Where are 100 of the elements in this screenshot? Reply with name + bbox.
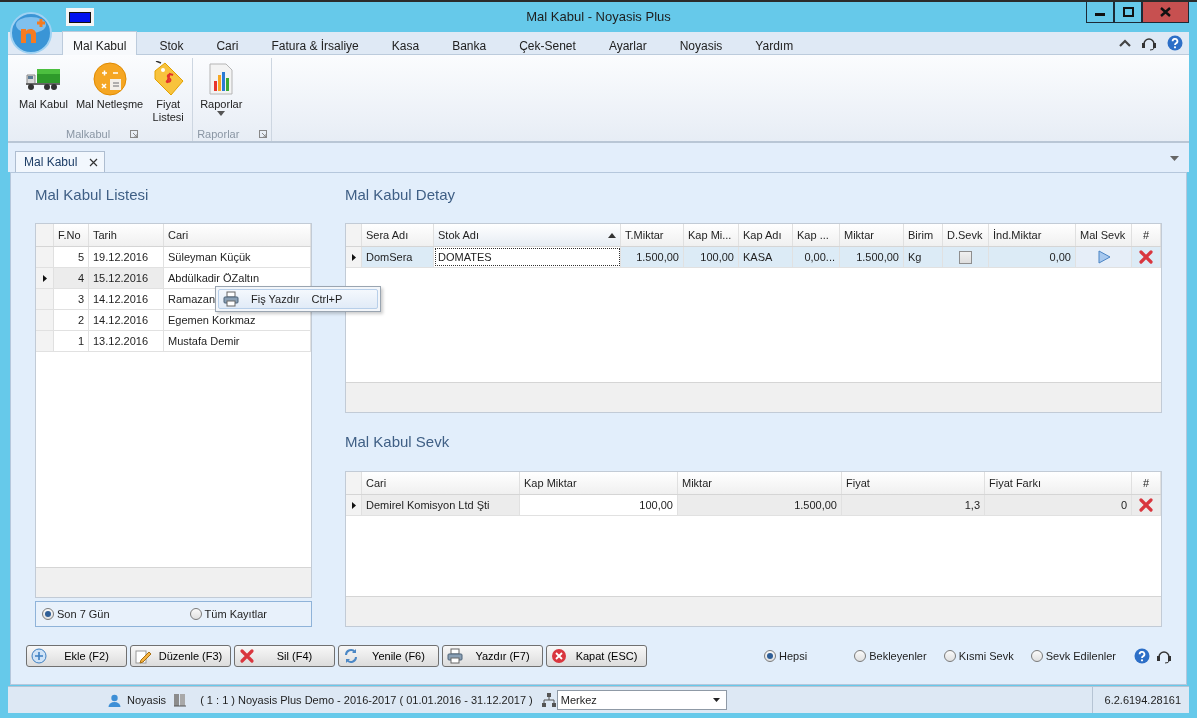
ribbon-tab[interactable]: Fatura & İrsaliye — [260, 31, 370, 54]
sort-ascending-icon — [608, 232, 616, 238]
document-tab[interactable]: Mal Kabul — [15, 151, 106, 172]
column-header[interactable]: Tarih — [93, 229, 117, 241]
row-indicator[interactable] — [36, 268, 54, 288]
table-cell: 1.500,00 — [794, 499, 837, 511]
column-header[interactable]: Stok Adı — [434, 224, 621, 246]
column-header[interactable]: Birim — [904, 224, 943, 246]
column-header[interactable]: Fiyat — [842, 472, 985, 494]
column-header[interactable]: Kap Miktar — [520, 472, 678, 494]
ribbon-tab[interactable]: Çek-Senet — [508, 31, 587, 54]
tab-list-caret-icon[interactable] — [1170, 156, 1179, 161]
table-cell: 0,00 — [1049, 251, 1071, 263]
table-cell: 100,00 — [639, 499, 673, 511]
table-cell: 14.12.2016 — [93, 314, 149, 326]
ribbon-button[interactable]: Fiyat Listesi — [148, 58, 189, 128]
panel-title: Mal Kabul Detay — [345, 186, 456, 203]
network-tree-icon — [540, 692, 557, 708]
printer-icon — [223, 291, 239, 307]
column-header[interactable]: Kap Adı — [739, 224, 793, 246]
checkbox[interactable] — [959, 250, 972, 264]
column-header[interactable]: Fiyat Farkı — [985, 472, 1132, 494]
maximize-button[interactable] — [1114, 2, 1142, 23]
ribbon-tab[interactable]: Yardım — [744, 31, 805, 54]
table-cell: 5 — [77, 251, 84, 263]
radio-button[interactable]: Hepsi — [764, 650, 808, 662]
dialog-launcher-icon[interactable] — [259, 130, 268, 139]
radio-button[interactable]: Bekleyenler — [854, 650, 927, 662]
ribbon-tab[interactable]: Banka — [441, 31, 498, 54]
ribbon-tab[interactable]: Stok — [148, 31, 195, 54]
table-cell: Süleyman Küçük — [168, 251, 251, 263]
radio-button[interactable]: Son 7 Gün — [42, 608, 110, 620]
column-header[interactable]: Cari — [168, 229, 189, 241]
headset-icon[interactable] — [1141, 35, 1157, 51]
ribbon-tab[interactable]: Mal Kabul — [62, 31, 138, 55]
row-indicator[interactable] — [346, 247, 362, 267]
column-header[interactable]: Kap ... — [793, 224, 840, 246]
table-cell: 1 — [77, 335, 84, 347]
help-icon[interactable] — [1167, 35, 1183, 51]
row-pointer-icon — [351, 501, 356, 509]
action-button[interactable]: Yazdır (F7) — [442, 645, 543, 667]
radio-button[interactable]: Sevk Edilenler — [1030, 650, 1116, 662]
column-header[interactable]: # — [1132, 472, 1161, 494]
plus-circle-icon — [31, 648, 47, 664]
radio-button[interactable]: Kısmi Sevk — [943, 650, 1014, 662]
help-icon[interactable] — [1134, 648, 1150, 664]
table-cell: Kg — [908, 251, 922, 263]
table-cell: Egemen Korkmaz — [168, 314, 256, 326]
column-header[interactable]: F.No — [58, 229, 81, 241]
column-header[interactable]: Kap Mi... — [684, 224, 739, 246]
row-indicator-header — [346, 224, 362, 246]
play-icon[interactable] — [1096, 250, 1111, 264]
ribbon-button[interactable]: Raporlar — [197, 58, 246, 128]
menu-item[interactable]: Fiş Yazdır Ctrl+P — [218, 289, 378, 309]
table-cell: Ramazan — [168, 293, 216, 305]
column-header[interactable]: Cari — [362, 472, 520, 494]
action-button[interactable]: Ekle (F2) — [26, 645, 127, 667]
branch-dropdown[interactable]: Merkez — [556, 690, 727, 710]
ribbon-button[interactable]: Mal Netleşme — [72, 58, 147, 128]
table-row[interactable]: 4 15.12.2016 Abdülkadir ÖZaltın — [36, 268, 311, 289]
printer-icon — [447, 648, 463, 664]
close-button[interactable] — [1142, 2, 1189, 23]
action-button[interactable]: Kapat (ESC) — [546, 645, 647, 667]
delete-icon[interactable] — [1138, 249, 1154, 265]
column-header[interactable]: D.Sevk — [943, 224, 989, 246]
group-label: Malkabul — [66, 128, 111, 141]
table-cell: 15.12.2016 — [93, 272, 149, 284]
ribbon-tab[interactable]: Cari — [205, 31, 250, 54]
dialog-launcher-icon[interactable] — [130, 130, 139, 139]
column-header[interactable]: İnd.Miktar — [989, 224, 1076, 246]
rectangle-icon[interactable] — [69, 11, 91, 23]
headset-icon[interactable] — [1156, 648, 1172, 664]
user-icon — [108, 693, 121, 707]
delete-icon[interactable] — [1138, 497, 1154, 513]
ribbon-tab[interactable]: Kasa — [380, 31, 431, 54]
close-icon[interactable] — [89, 157, 99, 167]
minimize-button[interactable] — [1086, 2, 1114, 23]
ribbon-button[interactable]: Mal Kabul — [16, 58, 71, 128]
cell-editor[interactable]: DOMATES — [434, 247, 621, 267]
action-button[interactable]: Sil (F4) — [234, 645, 335, 667]
table-cell: 1.500,00 — [636, 251, 679, 263]
action-button[interactable]: Düzenle (F3) — [130, 645, 231, 667]
row-indicator[interactable] — [346, 495, 362, 515]
column-header[interactable]: Mal Sevk — [1076, 224, 1132, 246]
action-button[interactable]: Yenile (F6) — [338, 645, 439, 667]
collapse-chevron-icon[interactable] — [1119, 39, 1131, 47]
column-header[interactable]: Miktar — [678, 472, 842, 494]
ribbon-tab[interactable]: Ayarlar — [597, 31, 658, 54]
data-grid[interactable]: Sera Adı Stok Adı T.Miktar Kap Mi... Kap Adı Kap ... Miktar Birim D.Sevk İnd.Miktar Mal Sevk # DomSera DOMATES 1.500,00 100,00 KASA 0,00... 1.500,00 Kg 0,00 — [345, 223, 1162, 413]
ribbon-tab[interactable]: Noyasis — [668, 31, 734, 54]
column-header[interactable]: Miktar — [840, 224, 904, 246]
column-header[interactable]: # — [1132, 224, 1161, 246]
column-header[interactable]: T.Miktar — [621, 224, 684, 246]
data-grid[interactable]: Cari Kap Miktar Miktar Fiyat Fiyat Farkı # Demirel Komisyon Ltd Şti 100,00 1.500,00 1,3 0 — [345, 471, 1162, 627]
table-cell: 100,00 — [700, 251, 734, 263]
table-row[interactable]: 1 13.12.2016 Mustafa Demir — [36, 331, 311, 352]
table-row[interactable]: DomSera DOMATES 1.500,00 100,00 KASA 0,00... 1.500,00 Kg 0,00 — [346, 247, 1161, 268]
table-cell: 14.12.2016 — [93, 293, 149, 305]
table-row[interactable]: Demirel Komisyon Ltd Şti 100,00 1.500,00 1,3 0 — [346, 495, 1161, 516]
radio-button[interactable]: Tüm Kayıtlar — [189, 608, 267, 620]
